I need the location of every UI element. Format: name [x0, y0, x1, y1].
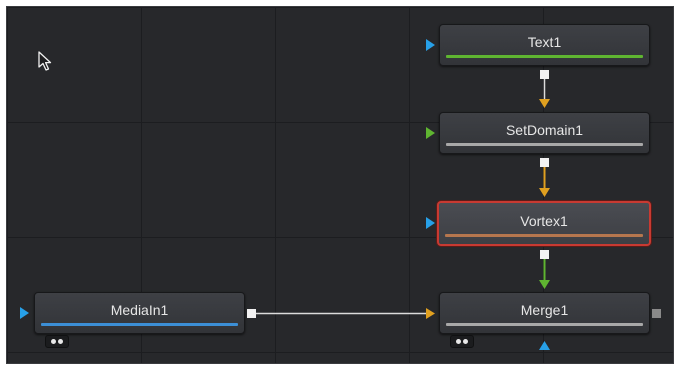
node-merge1[interactable]: Merge1 — [439, 292, 650, 334]
node-vortex1[interactable]: Vortex1 — [437, 201, 651, 246]
merge1-foreground-arrow[interactable] — [539, 280, 550, 289]
node-vortex1-color-bar — [445, 234, 643, 237]
mediain1-input-arrow[interactable] — [20, 307, 29, 319]
node-merge1-color-bar — [446, 323, 643, 326]
vortex1-side-input-arrow[interactable] — [426, 217, 435, 229]
node-text1[interactable]: Text1 — [439, 24, 650, 66]
mediain1-view-toggle-icon[interactable] — [45, 335, 69, 348]
node-merge1-label: Merge1 — [520, 302, 569, 318]
mouse-pointer-icon — [38, 51, 52, 71]
merge1-mask-input-arrow[interactable] — [539, 341, 550, 350]
node-setdomain1[interactable]: SetDomain1 — [439, 112, 650, 154]
node-vortex1-label: Vortex1 — [520, 213, 568, 229]
setdomain1-input-arrow[interactable] — [539, 99, 550, 108]
merge1-background-arrow[interactable] — [426, 308, 435, 319]
node-setdomain1-label: SetDomain1 — [505, 122, 584, 138]
node-mediain1-label: MediaIn1 — [110, 302, 169, 318]
vortex1-input-arrow[interactable] — [539, 188, 550, 197]
node-mediain1[interactable]: MediaIn1 — [34, 292, 245, 334]
setdomain1-side-input-arrow[interactable] — [426, 127, 435, 139]
merge1-view-toggle-icon[interactable] — [450, 335, 474, 348]
node-editor-canvas[interactable]: Text1 SetDomain1 Vortex1 MediaIn1 Merge1 — [6, 6, 674, 364]
merge1-output-port[interactable] — [652, 309, 661, 318]
text1-output-port[interactable] — [540, 70, 549, 79]
node-text1-color-bar — [446, 55, 643, 58]
mediain1-output-port[interactable] — [247, 309, 256, 318]
vortex1-output-port[interactable] — [540, 250, 549, 259]
setdomain1-output-port[interactable] — [540, 158, 549, 167]
node-mediain1-color-bar — [41, 323, 238, 326]
node-text1-label: Text1 — [527, 34, 562, 50]
node-setdomain1-color-bar — [446, 143, 643, 146]
text1-input-arrow[interactable] — [426, 39, 435, 51]
